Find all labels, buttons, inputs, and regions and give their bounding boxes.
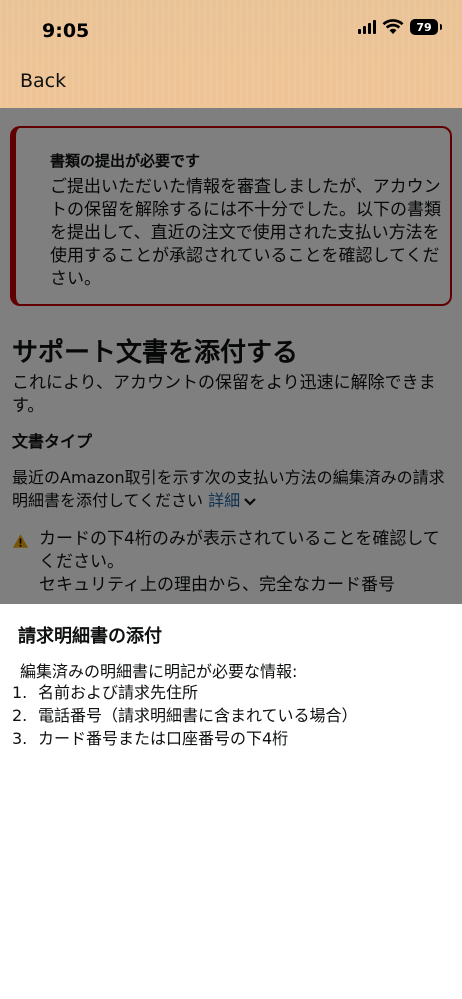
list-item: 1. 名前および請求先住所 bbox=[12, 681, 452, 704]
status-icons: 79 bbox=[358, 19, 442, 35]
wifi-icon bbox=[382, 19, 404, 34]
bottom-sheet: 請求明細書の添付 編集済みの明細書に明記が必要な情報: 1. 名前および請求先住… bbox=[0, 604, 462, 999]
list-item: 3. カード番号または口座番号の下4桁 bbox=[12, 727, 452, 750]
sheet-list: 1. 名前および請求先住所 2. 電話番号（請求明細書に含まれている場合） 3.… bbox=[12, 681, 452, 750]
list-item-text: 電話番号（請求明細書に含まれている場合） bbox=[38, 706, 358, 725]
header: 9:05 79 Back bbox=[0, 0, 462, 108]
sheet-title: 請求明細書の添付 bbox=[18, 626, 162, 647]
cellular-signal-icon bbox=[358, 20, 376, 34]
battery-indicator: 79 bbox=[410, 19, 442, 35]
status-time: 9:05 bbox=[42, 20, 90, 42]
list-item-number: 1. bbox=[12, 683, 28, 702]
list-item-number: 3. bbox=[12, 729, 28, 748]
list-item-number: 2. bbox=[12, 706, 28, 725]
list-item-text: カード番号または口座番号の下4桁 bbox=[38, 729, 289, 748]
sheet-intro: 編集済みの明細書に明記が必要な情報: bbox=[20, 662, 298, 681]
list-item-text: 名前および請求先住所 bbox=[38, 683, 199, 702]
back-button[interactable]: Back bbox=[20, 70, 66, 92]
list-item: 2. 電話番号（請求明細書に含まれている場合） bbox=[12, 704, 452, 727]
modal-backdrop[interactable] bbox=[0, 108, 462, 604]
